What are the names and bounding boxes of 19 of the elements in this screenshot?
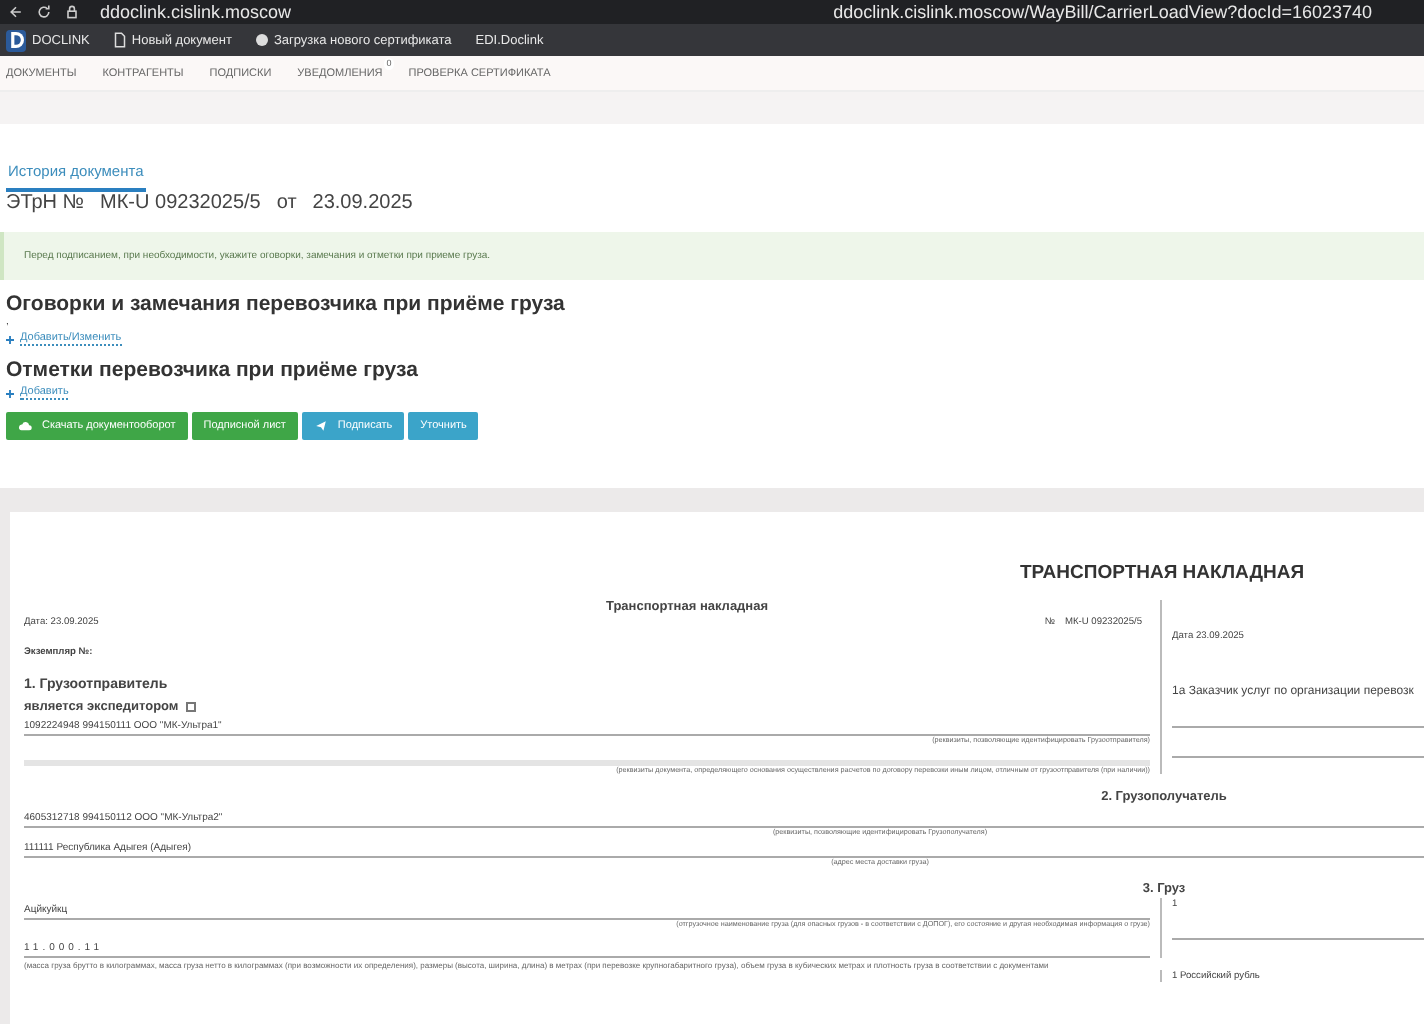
address-host[interactable]: ddoclink.cislink.moscow: [100, 2, 292, 22]
send-icon: [313, 420, 328, 432]
plus-icon: [6, 389, 14, 397]
page-icon: [113, 32, 126, 48]
plus-icon: [6, 335, 14, 343]
section-heading: Отметки перевозчика при приёме груза: [6, 358, 420, 382]
logo-icon: [6, 29, 26, 51]
doc-date-prefix: от: [276, 192, 297, 218]
cloud-icon: [18, 420, 32, 432]
site-info-icon[interactable]: [64, 4, 80, 20]
section-heading: Оговорки и замечания перевозчика при приёме груза: [6, 292, 567, 316]
doc-number: МК-U 09232025/5: [100, 192, 261, 218]
document-banner-title: ТРАНСПОРТНАЯ НАКЛАДНАЯ: [1018, 560, 1307, 588]
doc-date: 23.09.2025: [312, 192, 413, 218]
doc-type: ЭТрН №: [6, 192, 85, 218]
address-url[interactable]: ddoclink.cislink.moscow/WayBill/CarrierLoadView?docId=16023740: [833, 2, 1372, 22]
forwarder-checkbox[interactable]: [186, 702, 197, 712]
back-icon[interactable]: [8, 4, 24, 20]
reload-icon[interactable]: [36, 4, 52, 20]
